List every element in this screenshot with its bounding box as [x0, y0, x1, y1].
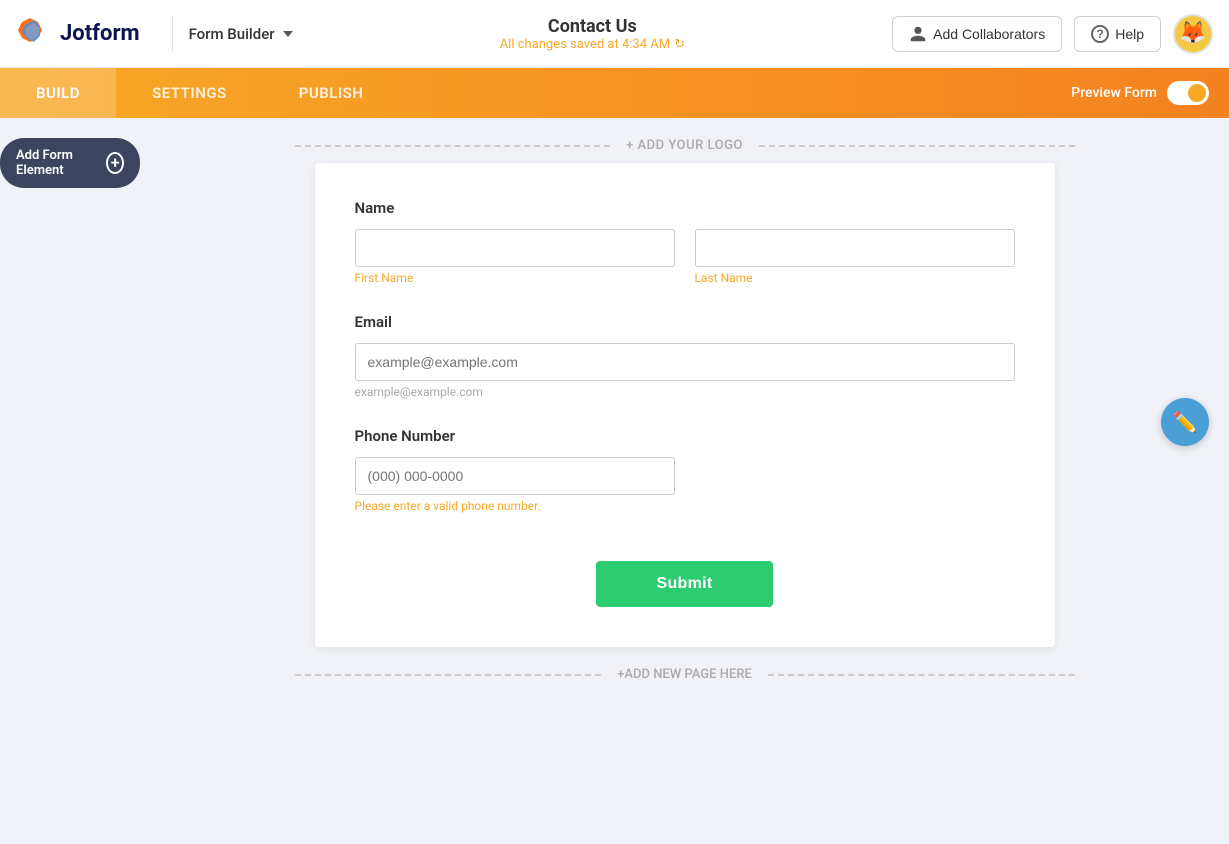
tabs-right: Preview Form — [1071, 81, 1229, 105]
add-collaborators-button[interactable]: Add Collaborators — [892, 16, 1062, 52]
email-label: Email — [355, 313, 1015, 331]
add-page-text: +ADD NEW PAGE HERE — [601, 667, 768, 682]
submit-area: Submit — [355, 541, 1015, 607]
tab-build[interactable]: BUILD — [0, 68, 116, 118]
preview-toggle[interactable] — [1167, 81, 1209, 105]
add-collaborators-label: Add Collaborators — [933, 26, 1045, 42]
form-card: Name First Name Last Name Email example@… — [315, 163, 1055, 647]
main-content: Add Form Element + + ADD YOUR LOGO Name … — [0, 118, 1229, 844]
email-input[interactable] — [355, 343, 1015, 381]
person-icon — [909, 25, 927, 43]
form-builder-label: Form Builder — [189, 25, 275, 43]
question-icon: ? — [1091, 25, 1109, 43]
phone-label: Phone Number — [355, 427, 1015, 445]
email-section: Email example@example.com — [355, 313, 1015, 399]
first-name-input[interactable] — [355, 229, 675, 267]
add-form-element-label: Add Form Element — [16, 148, 98, 178]
last-name-input[interactable] — [695, 229, 1015, 267]
left-sidebar: Add Form Element + — [0, 118, 140, 844]
first-name-label: First Name — [355, 271, 675, 285]
dashed-line-right — [759, 145, 1075, 147]
dashed-line-left — [295, 145, 611, 147]
saved-status-text: All changes saved at 4:34 AM — [500, 37, 670, 52]
phone-error: Please enter a valid phone number. — [355, 499, 1015, 513]
logo-area: Jotform — [16, 16, 140, 52]
right-fab-button[interactable]: ✏️ — [1161, 398, 1209, 446]
header-divider — [172, 16, 173, 52]
tab-settings[interactable]: SETTINGS — [116, 68, 263, 118]
add-logo-bar[interactable]: + ADD YOUR LOGO — [295, 118, 1075, 163]
chevron-down-icon — [283, 31, 293, 37]
phone-input[interactable] — [355, 457, 675, 495]
add-form-element-button[interactable]: Add Form Element + — [0, 138, 140, 188]
header-center: Contact Us All changes saved at 4:34 AM … — [293, 16, 893, 52]
canvas: + ADD YOUR LOGO Name First Name Last Nam… — [140, 118, 1229, 844]
dashed-line-page-right — [768, 674, 1075, 676]
submit-button[interactable]: Submit — [596, 561, 772, 607]
avatar-emoji: 🦊 — [1179, 21, 1206, 46]
preview-form-label: Preview Form — [1071, 85, 1157, 101]
header-right: Add Collaborators ? Help 🦊 — [892, 14, 1213, 54]
tab-publish[interactable]: PUBLISH — [263, 68, 400, 118]
dashed-line-page-left — [295, 674, 602, 676]
help-label: Help — [1115, 26, 1144, 42]
last-name-field: Last Name — [695, 229, 1015, 285]
add-logo-text: + ADD YOUR LOGO — [610, 138, 759, 153]
first-name-field: First Name — [355, 229, 675, 285]
name-row: First Name Last Name — [355, 229, 1015, 285]
header: Jotform Form Builder Contact Us All chan… — [0, 0, 1229, 68]
toggle-thumb — [1188, 84, 1206, 102]
name-section: Name First Name Last Name — [355, 199, 1015, 285]
name-label: Name — [355, 199, 1015, 217]
email-placeholder-hint: example@example.com — [355, 385, 1015, 399]
refresh-icon: ↻ — [674, 37, 685, 52]
last-name-label: Last Name — [695, 271, 1015, 285]
jotform-logo-icon — [16, 16, 52, 52]
pencil-icon: ✏️ — [1173, 410, 1198, 434]
phone-section: Phone Number Please enter a valid phone … — [355, 427, 1015, 513]
add-icon: + — [106, 152, 124, 174]
add-page-bar[interactable]: +ADD NEW PAGE HERE — [295, 647, 1075, 692]
avatar[interactable]: 🦊 — [1173, 14, 1213, 54]
form-title: Contact Us — [548, 16, 637, 37]
form-builder-button[interactable]: Form Builder — [189, 25, 293, 43]
tabs-bar: BUILD SETTINGS PUBLISH Preview Form — [0, 68, 1229, 118]
help-button[interactable]: ? Help — [1074, 16, 1161, 52]
logo-text: Jotform — [60, 21, 140, 46]
saved-status: All changes saved at 4:34 AM ↻ — [500, 37, 685, 52]
